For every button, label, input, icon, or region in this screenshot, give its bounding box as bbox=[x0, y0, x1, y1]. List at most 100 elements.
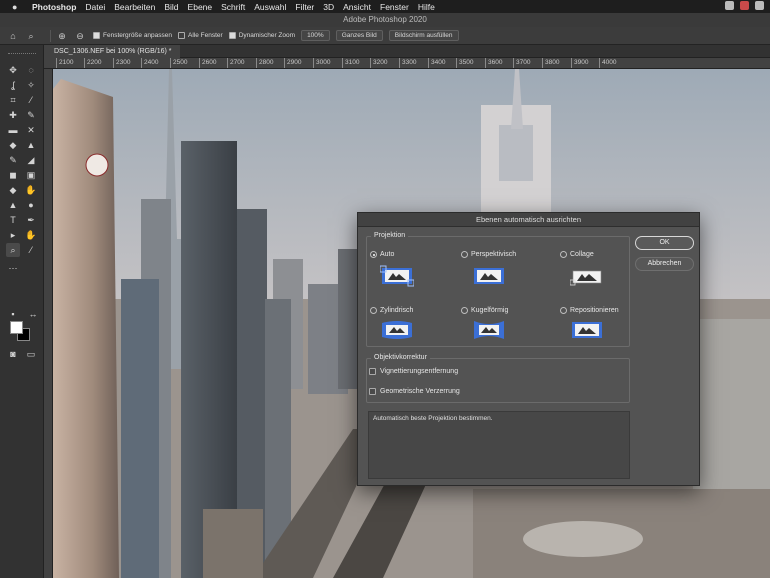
menu-hilfe[interactable]: Hilfe bbox=[418, 2, 435, 12]
checkbox-checked-icon bbox=[93, 32, 100, 39]
radio-label: Auto bbox=[380, 251, 395, 258]
sharpen-tool-icon[interactable]: ▲ bbox=[6, 198, 20, 212]
ruler-tick: 3400 bbox=[428, 58, 445, 68]
radio-reposition[interactable]: Repositionieren bbox=[560, 307, 619, 314]
zoom-100-button[interactable]: 100% bbox=[301, 30, 330, 41]
ruler-tick: 3600 bbox=[485, 58, 502, 68]
ruler-tick: 2500 bbox=[170, 58, 187, 68]
document-tabs: DSC_1306.NEF bei 100% (RGB/16) * bbox=[44, 45, 770, 58]
checkbox-unchecked-icon bbox=[178, 32, 186, 39]
scrubby-zoom-checkbox[interactable]: Dynamischer Zoom bbox=[228, 32, 295, 39]
radio-collage[interactable]: Collage bbox=[560, 251, 594, 258]
menu-schrift[interactable]: Schrift bbox=[221, 2, 245, 12]
ok-button[interactable]: OK bbox=[635, 236, 694, 250]
menu-datei[interactable]: Datei bbox=[85, 2, 105, 12]
quick-mask-icon[interactable]: ◙ bbox=[6, 347, 20, 361]
checkbox-label: Alle Fenster bbox=[188, 32, 223, 39]
ruler-tick: 2700 bbox=[227, 58, 244, 68]
fill-tool-icon[interactable]: ◆ bbox=[6, 183, 20, 197]
menu-ebene[interactable]: Ebene bbox=[188, 2, 213, 12]
zoom-out-icon[interactable]: ⊖ bbox=[75, 31, 85, 41]
lasso-tool-icon[interactable]: ʆ bbox=[6, 78, 20, 92]
horizontal-ruler[interactable]: 2100 2200 2300 2400 2500 2600 2700 2800 … bbox=[44, 58, 770, 69]
screen-mode-icon[interactable]: ▭ bbox=[24, 347, 38, 361]
eraser-tool-icon[interactable]: ◆ bbox=[6, 138, 20, 152]
ruler-tick: 3000 bbox=[313, 58, 330, 68]
zoom-tool-preset-icon[interactable]: ⌕ bbox=[26, 31, 36, 41]
magic-wand-icon[interactable]: ✧ bbox=[24, 78, 38, 92]
lens-correction-label: Objektivkorrektur bbox=[371, 354, 430, 361]
more-tools-icon[interactable]: ⋯ bbox=[6, 261, 20, 275]
description-box: Automatisch beste Projektion bestimmen. bbox=[368, 411, 630, 479]
menu-auswahl[interactable]: Auswahl bbox=[254, 2, 286, 12]
all-windows-checkbox[interactable]: Alle Fenster bbox=[178, 32, 223, 39]
history-brush-icon[interactable]: ✕ bbox=[24, 123, 38, 137]
checkbox-unchecked-icon bbox=[369, 368, 376, 375]
foreground-color-swatch[interactable] bbox=[10, 321, 23, 334]
status-icon[interactable] bbox=[725, 1, 734, 10]
tools-panel: ✥ ◌ ʆ ✧ ⌗ ⁄ ✚ ✎ ▬ ✕ ◆ ▲ ✎ ◢ ◼ ▣ ◆ ✋ ▲ ● … bbox=[0, 45, 44, 578]
zoom-tool-icon[interactable]: ⌕ bbox=[6, 243, 20, 257]
radio-perspective[interactable]: Perspektivisch bbox=[461, 251, 516, 258]
dodge-tool-icon[interactable]: ◼ bbox=[6, 168, 20, 182]
spherical-projection-icon bbox=[474, 321, 504, 339]
vignette-removal-checkbox[interactable]: Vignettierungsentfernung bbox=[369, 368, 458, 375]
checkbox-label: Fenstergröße anpassen bbox=[103, 32, 173, 39]
ruler-tick: 2400 bbox=[141, 58, 158, 68]
menu-bearbeiten[interactable]: Bearbeiten bbox=[114, 2, 155, 12]
geometric-distortion-checkbox[interactable]: Geometrische Verzerrung bbox=[369, 388, 460, 395]
eyedropper-icon[interactable]: ⁄ bbox=[24, 93, 38, 107]
default-colors-icon[interactable]: ▪ bbox=[6, 307, 20, 321]
ruler-tick: 3500 bbox=[456, 58, 473, 68]
menu-fenster[interactable]: Fenster bbox=[380, 2, 409, 12]
checkbox-unchecked-icon bbox=[369, 388, 376, 395]
radio-unselected-icon bbox=[461, 307, 468, 314]
fit-screen-button[interactable]: Ganzes Bild bbox=[335, 30, 383, 41]
menu-ansicht[interactable]: Ansicht bbox=[343, 2, 371, 12]
home-icon[interactable]: ⌂ bbox=[8, 31, 18, 41]
burn-tool-icon[interactable]: ● bbox=[24, 198, 38, 212]
document-tab[interactable]: DSC_1306.NEF bei 100% (RGB/16) * bbox=[44, 45, 180, 58]
ruler-tick: 3700 bbox=[513, 58, 530, 68]
pen-brush-icon[interactable]: ▲ bbox=[24, 138, 38, 152]
ruler-tick: 2300 bbox=[113, 58, 130, 68]
ruler-tick: 2800 bbox=[256, 58, 273, 68]
radio-cylindrical[interactable]: Zylindrisch bbox=[370, 307, 413, 314]
marquee-tool-icon[interactable]: ◌ bbox=[24, 63, 38, 77]
menu-bild[interactable]: Bild bbox=[164, 2, 178, 12]
radio-spherical[interactable]: Kugelförmig bbox=[461, 307, 508, 314]
apple-menu-icon[interactable]: ● bbox=[12, 2, 24, 12]
adobe-icon[interactable] bbox=[740, 1, 749, 10]
blur-tool-icon[interactable]: ◢ bbox=[24, 153, 38, 167]
radio-unselected-icon bbox=[560, 251, 567, 258]
menu-3d[interactable]: 3D bbox=[323, 2, 334, 12]
gradient-tool-icon[interactable]: ✎ bbox=[6, 153, 20, 167]
app-menu[interactable]: Photoshop bbox=[32, 2, 76, 12]
brush-tool-icon[interactable]: ✎ bbox=[24, 108, 38, 122]
cancel-button[interactable]: Abbrechen bbox=[635, 257, 694, 271]
resize-windows-checkbox[interactable]: Fenstergröße anpassen bbox=[93, 32, 172, 39]
smudge-tool-icon[interactable]: ✋ bbox=[24, 183, 38, 197]
healing-brush-icon[interactable]: ✚ bbox=[6, 108, 20, 122]
radio-label: Perspektivisch bbox=[471, 251, 517, 258]
fill-screen-button[interactable]: Bildschirm ausfüllen bbox=[388, 30, 459, 41]
vertical-ruler[interactable] bbox=[44, 69, 53, 578]
type-tool-icon[interactable]: T bbox=[6, 213, 20, 227]
swap-colors-icon[interactable]: ↔ bbox=[26, 307, 40, 321]
zoom-in-icon[interactable]: ⊕ bbox=[57, 31, 67, 41]
auto-align-layers-dialog: Ebenen automatisch ausrichten Projektion… bbox=[357, 212, 700, 486]
pen-tool-icon[interactable]: ✒ bbox=[24, 213, 38, 227]
radio-auto[interactable]: Auto bbox=[370, 251, 394, 258]
path-select-icon[interactable]: ▸ bbox=[6, 228, 20, 242]
panel-grip[interactable] bbox=[8, 53, 36, 55]
lens-correction-group bbox=[366, 358, 630, 403]
cloud-icon[interactable] bbox=[755, 1, 764, 10]
menu-filter[interactable]: Filter bbox=[295, 2, 314, 12]
rotate-view-icon[interactable]: ⁄ bbox=[24, 243, 38, 257]
hand-tool-icon[interactable]: ✋ bbox=[24, 228, 38, 242]
ruler-tick: 3100 bbox=[342, 58, 359, 68]
stamp-tool-icon[interactable]: ▬ bbox=[6, 123, 20, 137]
move-tool-icon[interactable]: ✥ bbox=[6, 63, 20, 77]
crop-tool-icon[interactable]: ⌗ bbox=[6, 93, 20, 107]
paint-bucket-icon[interactable]: ▣ bbox=[24, 168, 38, 182]
